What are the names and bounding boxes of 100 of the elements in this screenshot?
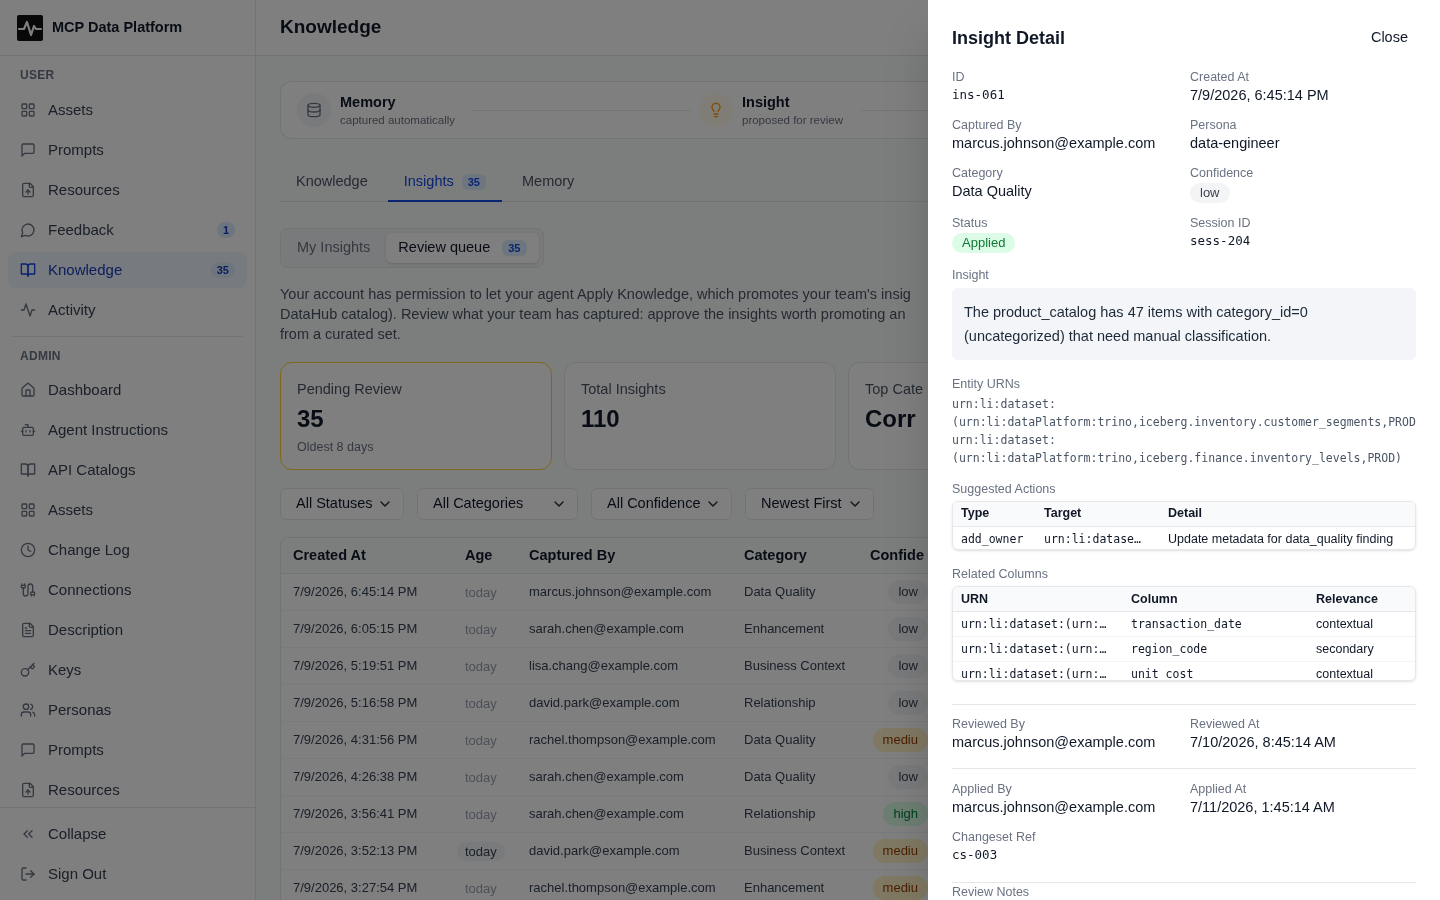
- permission-notice: Your account has permission to let your agent Apply Knowledge, which promotes your team's insig DataHub catalog). Review what your team has captured: approve the insights worth promoting an from a curated set.: [280, 285, 912, 344]
- stat-value: 35: [297, 404, 325, 434]
- table-cell-text: 7/9/2026, 4:31:56 PM: [292, 731, 419, 750]
- column-header: Age: [464, 545, 494, 565]
- column-header: Captured By: [528, 545, 617, 565]
- cable-icon: [20, 582, 36, 598]
- nav-item[interactable]: Description: [8, 612, 247, 648]
- database-icon: [297, 93, 331, 127]
- logo-icon: [17, 14, 43, 41]
- field-label: Entity URNs: [952, 375, 1022, 392]
- field-value: 7/10/2026, 8:45:14 AM: [1190, 733, 1336, 752]
- table-cell-text: contextual: [1315, 666, 1374, 680]
- segment-tab[interactable]: My Insights: [285, 233, 383, 263]
- grid-icon: [20, 102, 36, 118]
- table-cell-text: secondary: [1315, 640, 1375, 658]
- field-label: Applied At: [1190, 781, 1247, 797]
- field-label: Review Notes: [952, 884, 1031, 900]
- panel-title: Insight Detail: [952, 26, 1065, 50]
- table-cell-text: urn:li:datase…: [1043, 531, 1142, 549]
- count-badge: 35: [461, 173, 486, 190]
- nav-item[interactable]: Assets: [8, 492, 247, 528]
- field-label: ID: [952, 68, 965, 85]
- field-value: Data Quality: [952, 181, 1032, 201]
- field-value: cs-003: [952, 846, 998, 864]
- nav-item[interactable]: Agent Instructions: [8, 412, 247, 448]
- table-cell-text: Enhancement: [743, 620, 826, 639]
- confidence-tag: mediu: [872, 839, 928, 863]
- field-label: Suggested Actions: [952, 480, 1057, 497]
- confidence-tag: mediu: [872, 728, 928, 752]
- step-caption: proposed for review: [742, 113, 843, 128]
- tab[interactable]: Memory: [506, 163, 591, 202]
- field-value: marcus.johnson@example.com: [952, 733, 1156, 752]
- column-header: Detail: [1167, 505, 1204, 523]
- field-label: Applied By: [952, 781, 1012, 797]
- nav-item[interactable]: Dashboard: [8, 372, 247, 408]
- nav-item[interactable]: Prompts: [8, 732, 247, 768]
- filter-select[interactable]: All Statuses: [280, 488, 404, 520]
- nav-item[interactable]: Assets: [8, 92, 247, 128]
- file-arrow-icon: [20, 182, 36, 198]
- document-icon: [20, 622, 36, 638]
- table-cell-text: unit_cost: [1130, 666, 1195, 680]
- segment-tab[interactable]: Review queue 35: [386, 233, 539, 263]
- table-cell-text: david.park@example.com: [528, 842, 681, 861]
- table-cell-text: rachel.thompson@example.com: [528, 879, 717, 898]
- nav-item[interactable]: Change Log: [8, 532, 247, 568]
- nav-item[interactable]: Resources: [8, 172, 247, 208]
- table-cell-text: rachel.thompson@example.com: [528, 731, 717, 750]
- stat-value: Corr: [865, 404, 917, 434]
- nav-item[interactable]: Collapse: [8, 816, 247, 852]
- confidence-tag: high: [883, 802, 928, 826]
- count-badge: 35: [502, 240, 527, 256]
- nav-item[interactable]: Sign Out: [8, 856, 247, 892]
- column-header: Column: [1130, 590, 1179, 608]
- entity-urn: urn:li:dataset:(urn:li:dataPlatform:trino,iceberg.finance.inventory_levels,PROD): [952, 431, 1404, 467]
- section-label: USER: [19, 67, 56, 83]
- stat-note: Oldest 8 days: [297, 439, 375, 455]
- column-header: URN: [960, 590, 990, 608]
- nav-item[interactable]: Resources: [8, 772, 247, 807]
- nav-item[interactable]: Activity: [8, 292, 247, 328]
- column-header: Relevance: [1315, 590, 1379, 608]
- filter-select[interactable]: All Categories: [417, 488, 578, 520]
- field-label: Related Columns: [952, 566, 1049, 583]
- grid-icon: [20, 502, 36, 518]
- table-cell-text: sarah.chen@example.com: [528, 805, 685, 824]
- brand-name: MCP Data Platform: [52, 17, 183, 37]
- nav-item[interactable]: Keys: [8, 652, 247, 688]
- nav-item[interactable]: Personas: [8, 692, 247, 728]
- table-cell-text: Business Context: [743, 657, 847, 676]
- stat-label: Top Cate: [865, 380, 925, 399]
- filter-select[interactable]: Newest First: [745, 488, 874, 520]
- stat-value: 110: [581, 404, 621, 434]
- confidence-tag: low: [888, 654, 928, 678]
- table-cell-text: marcus.johnson@example.com: [528, 583, 713, 602]
- field-label: Reviewed At: [1190, 716, 1260, 732]
- tab[interactable]: Knowledge: [280, 163, 384, 202]
- column-header: Type: [960, 505, 991, 523]
- confidence-tag: low: [888, 765, 928, 789]
- table-cell-text: region_code: [1130, 640, 1209, 658]
- table-cell-text: david.park@example.com: [528, 694, 681, 713]
- nav-item[interactable]: Connections: [8, 572, 247, 608]
- field-value: marcus.johnson@example.com: [952, 133, 1156, 153]
- confidence-tag: low: [888, 617, 928, 641]
- table-cell-text: transaction_date: [1130, 615, 1243, 633]
- nav-item[interactable]: API Catalogs: [8, 452, 247, 488]
- count-badge: 35: [210, 262, 235, 278]
- tab[interactable]: Insights 35: [387, 163, 502, 202]
- table-cell-text: add_owner: [960, 531, 1025, 549]
- insight-text: The product_catalog has 47 items with category_id=0 (uncategorized) that need manual classification.: [952, 287, 1416, 360]
- nav-item[interactable]: Feedback 1: [8, 212, 247, 248]
- nav-item[interactable]: Knowledge 35: [8, 252, 247, 288]
- table-cell-text: Business Context: [743, 842, 847, 861]
- column-header: Target: [1043, 505, 1083, 523]
- table-cell-text: Update metadata for data_quality finding: [1167, 531, 1395, 549]
- filter-select[interactable]: All Confidence: [591, 488, 732, 520]
- book-icon: [20, 262, 36, 278]
- table-cell-text: 7/9/2026, 3:52:13 PM: [292, 842, 419, 861]
- nav-item[interactable]: Prompts: [8, 132, 247, 168]
- close-button[interactable]: Close: [1362, 23, 1416, 53]
- table-cell-text: urn:li:dataset:(urn:…: [960, 666, 1108, 680]
- table-cell-text: urn:li:dataset:(urn:…: [960, 640, 1108, 658]
